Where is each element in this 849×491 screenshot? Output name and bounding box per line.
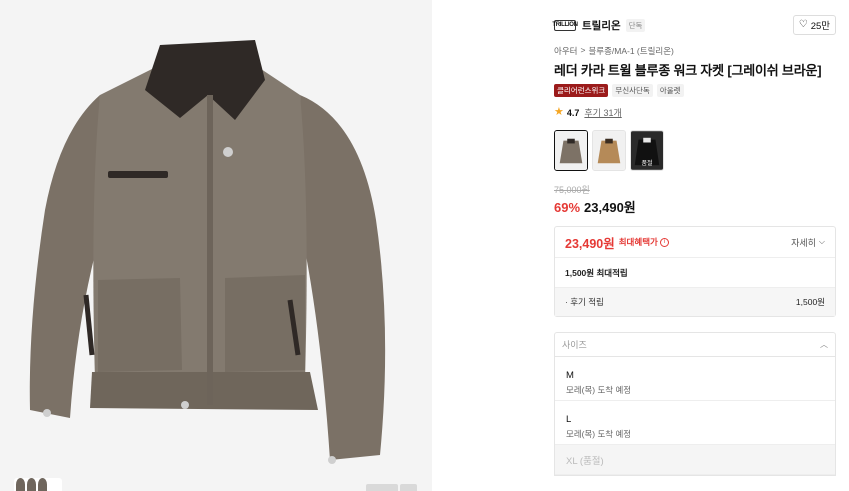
benefit-box: 23,490원 최대혜택가 i 자세히 ⌵ 1,500원 최대적립 · 후기 적… [554,226,836,317]
info-icon[interactable]: i [659,237,669,247]
size-options-list: M 모레(목) 도착 예정 L 모레(목) 도착 예정 XL (품절) [554,357,836,476]
size-option-m[interactable]: M 모레(목) 도착 예정 [555,357,835,401]
detail-label: 자세히 [791,237,816,248]
product-gallery [0,0,432,491]
size-option-l[interactable]: L 모레(목) 도착 예정 [555,401,835,445]
reviews-link[interactable]: 후기 31개 [584,106,621,119]
rating-row: ★ 4.7 후기 31개 [554,106,622,119]
breadcrumb: 아우터 > 블루종/MA-1 (트릴리온) [554,45,674,57]
max-points-row: 1,500원 최대적립 [555,258,835,288]
brand-name[interactable]: 트릴리온 [582,18,621,33]
chevron-up-icon: ︿ [820,340,828,349]
product-main-image [0,0,432,491]
size-select[interactable]: 사이즈 ︿ [554,332,836,357]
thumbnail-strip[interactable] [14,478,62,491]
soldout-overlay: 품절 [641,161,653,167]
benefit-detail-button[interactable]: 자세히 ⌵ [791,236,825,249]
color-swatches: 품절 [554,130,664,171]
brand-logo[interactable]: TRILLION [552,19,578,31]
size-option-note: 모레(목) 도착 예정 [566,385,632,395]
size-placeholder: 사이즈 [562,340,587,350]
gallery-next-button[interactable] [400,484,417,491]
like-count: 25만 [810,21,830,32]
color-swatch-beige[interactable] [592,130,626,171]
color-swatch-black[interactable]: 품절 [630,130,664,171]
size-option-xl: XL (품절) [555,445,835,475]
heart-icon: ♡ [798,19,808,30]
breadcrumb-category-1[interactable]: 아우터 [554,45,577,57]
rating-score: 4.7 [566,107,580,118]
chevron-down-icon: ⌵ [818,237,825,246]
badge-clearance: 클리어런스위크 [554,84,609,97]
brand-exclusive-tag: 단독 [625,18,646,32]
benefit-price: 23,490원 [565,236,615,251]
gallery-prev-button[interactable] [366,484,398,491]
breadcrumb-category-2[interactable]: 블루종/MA-1 (트릴리온) [588,45,673,57]
brand-row: TRILLION 트릴리온 단독 ♡ 25만 [552,15,836,35]
color-swatch-grayish-brown[interactable] [554,130,588,171]
badge-exclusive: 무신사단독 [612,84,653,97]
size-option-name: M [566,370,574,381]
benefit-header: 23,490원 최대혜택가 i 자세히 ⌵ [555,227,835,258]
size-option-note: 모레(목) 도착 예정 [566,429,632,439]
review-points-row: · 후기 적립 1,500원 [555,288,835,316]
like-button[interactable]: ♡ 25만 [792,15,836,35]
price-row: 69% 23,490원 [554,197,636,216]
breadcrumb-separator: > [580,45,586,55]
review-points-label: · 후기 적립 [565,297,604,307]
product-title: 레더 카라 트윌 블루종 워크 자켓 [그레이쉬 브라운] [554,63,822,78]
product-info-panel: TRILLION 트릴리온 단독 ♡ 25만 아우터 > 블루종/MA-1 (트… [552,0,836,491]
discount-rate: 69% [554,200,581,215]
review-points-value: 1,500원 [795,297,825,307]
product-badges: 클리어런스위크 무신사단독 아울렛 [554,84,684,97]
sale-price: 23,490원 [584,200,636,215]
size-option-name: XL (품절) [566,456,604,467]
star-icon: ★ [554,106,564,118]
size-option-name: L [566,414,572,425]
original-price: 75,000원 [554,185,590,195]
benefit-label: 최대혜택가 [618,237,658,247]
gallery-nav[interactable] [366,484,417,491]
badge-outlet: 아울렛 [656,84,684,97]
